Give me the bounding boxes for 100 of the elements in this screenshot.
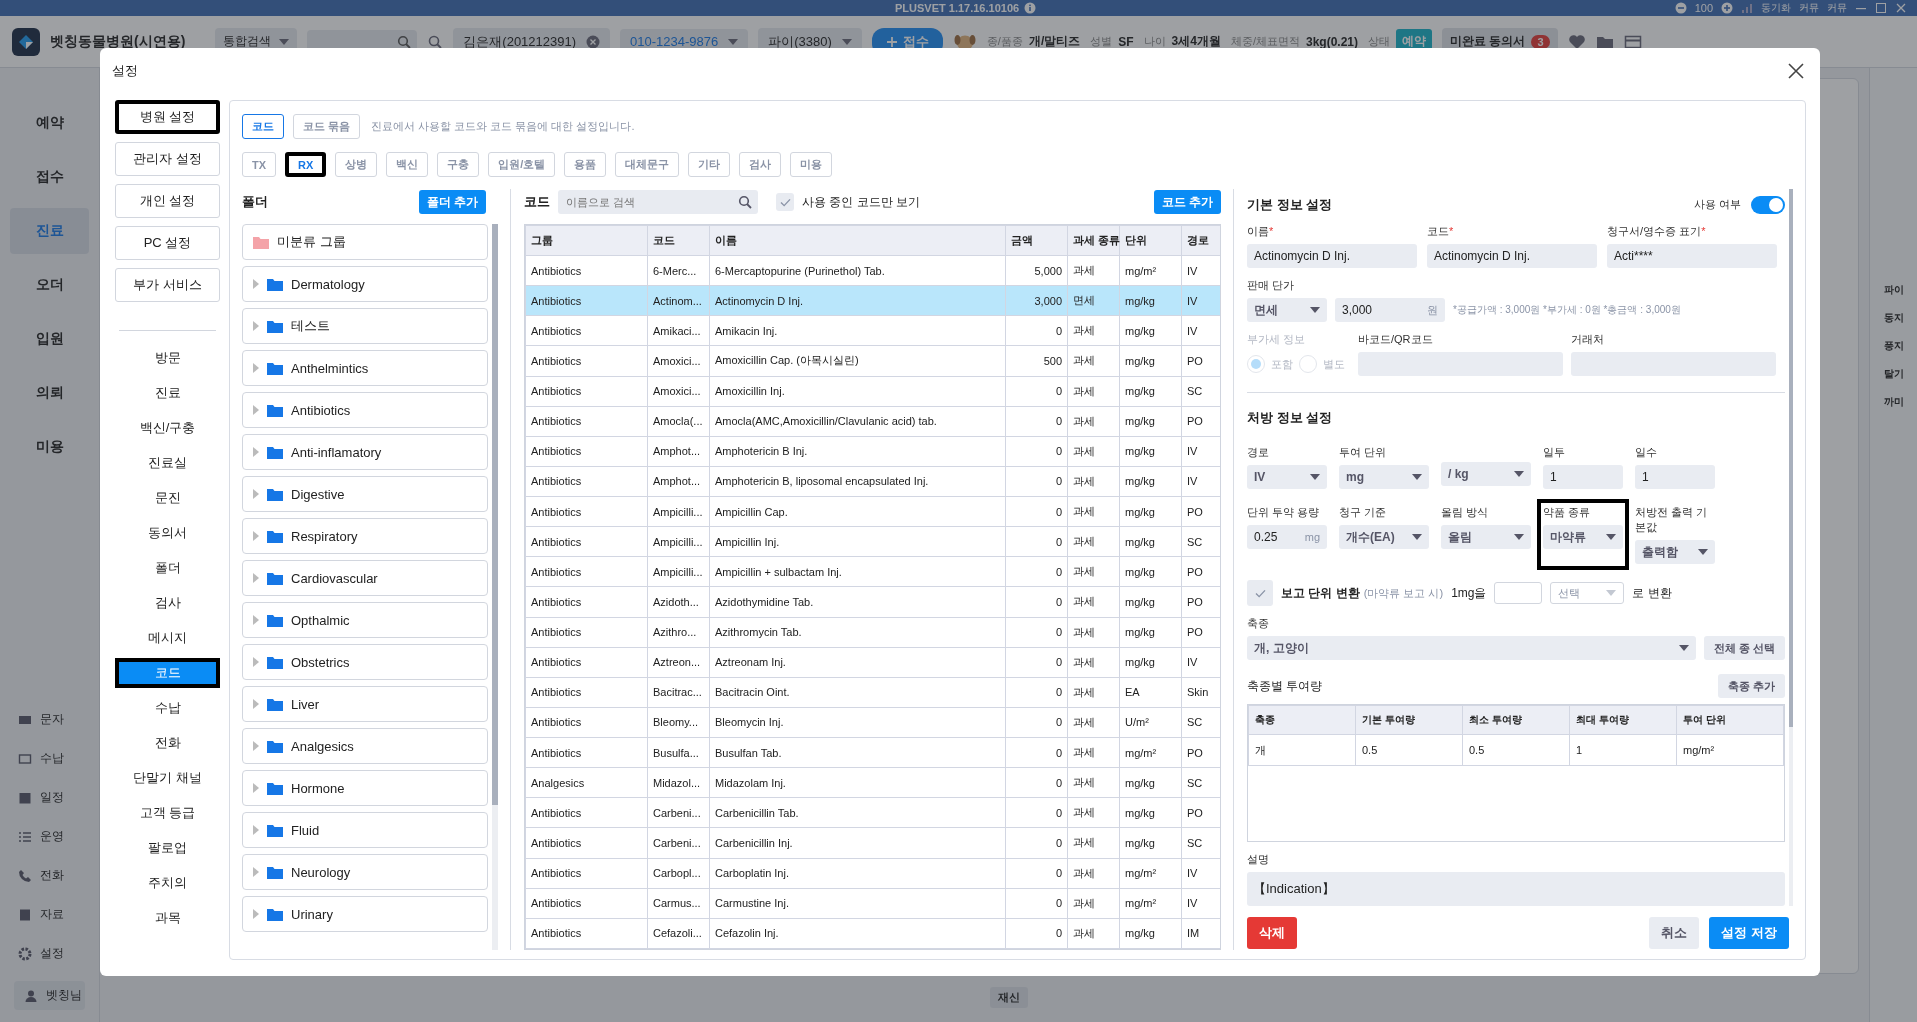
settings-menu-item[interactable]: 백신/구충	[115, 413, 220, 443]
table-row[interactable]: Antibiotics Amoxici... Amoxicillin Inj. 0 과세 mg/kg SC	[525, 376, 1220, 407]
settings-menu-button[interactable]: 개인 설정	[115, 184, 220, 218]
nav-item[interactable]: 예약	[10, 100, 89, 146]
expand-icon[interactable]	[253, 405, 259, 415]
search-icon[interactable]	[738, 195, 752, 209]
category-tab[interactable]: RX	[285, 152, 327, 177]
expand-icon[interactable]	[253, 741, 259, 751]
table-row[interactable]: Antibiotics Azithro... Azithromycin Tab. 0 과세 mg/kg PO	[525, 617, 1220, 648]
select-field[interactable]: / kg	[1441, 462, 1531, 487]
nav-item[interactable]: 수납	[18, 747, 99, 770]
table-row[interactable]: Antibiotics Ampicilli... Ampicillin Inj. 0 과세 mg/kg SC	[525, 526, 1220, 557]
settings-menu-item[interactable]: 수납	[115, 693, 220, 723]
expand-icon[interactable]	[253, 825, 259, 835]
settings-menu-button[interactable]: 관리자 설정	[115, 142, 220, 176]
table-row[interactable]: Antibiotics Ampicilli... Ampicillin Cap. 0 과세 mg/kg PO	[525, 496, 1220, 527]
table-row[interactable]: Antibiotics Carbeni... Carbenicillin Tab. 0 과세 mg/kg PO	[525, 797, 1220, 828]
folder-item[interactable]: Obstetrics	[242, 644, 488, 680]
delete-button[interactable]: 삭제	[1247, 917, 1297, 949]
nav-item[interactable]: 전화	[18, 864, 99, 887]
nav-item[interactable]: 운영	[18, 825, 99, 848]
expand-icon[interactable]	[253, 699, 259, 709]
table-row[interactable]: Antibiotics Carbeni... Carbenicillin Inj. 0 과세 mg/kg SC	[525, 827, 1220, 858]
expand-icon[interactable]	[253, 615, 259, 625]
text-field[interactable]: 1	[1543, 465, 1623, 490]
column-header[interactable]: 과세 종류	[1067, 225, 1120, 256]
cancel-button[interactable]: 취소	[1649, 917, 1700, 949]
folder-item[interactable]: Antibiotics	[242, 392, 488, 428]
checkbox[interactable]	[776, 193, 794, 211]
info-icon[interactable]	[1024, 2, 1037, 14]
settings-menu-item[interactable]: 주치의	[115, 868, 220, 898]
folder-item[interactable]: Fluid	[242, 812, 488, 848]
price-field[interactable]: 3,000 원	[1335, 298, 1445, 323]
nav-item[interactable]: 문자	[18, 708, 99, 731]
table-row[interactable]: Antibiotics Ampicilli... Ampicillin + sulbactam Inj. 0 과세 mg/kg PO	[525, 556, 1220, 587]
table-row[interactable]: Antibiotics Amikaci... Amikacin Inj. 0 과세 mg/kg IV	[525, 315, 1220, 346]
select-field[interactable]: 올림	[1441, 525, 1531, 550]
folder-item[interactable]: Digestive	[242, 476, 488, 512]
toggle-switch[interactable]	[1751, 195, 1785, 214]
nav-item[interactable]: 설정	[18, 942, 99, 965]
heart-icon[interactable]	[1567, 32, 1586, 51]
folder-item[interactable]: Opthalmic	[242, 602, 488, 638]
select-field[interactable]: 개수(EA)	[1339, 525, 1429, 550]
settings-menu-item[interactable]: 메시지	[115, 623, 220, 653]
settings-menu-item[interactable]: 폴더	[115, 553, 220, 583]
settings-menu-button[interactable]: 부가 서비스	[115, 268, 220, 302]
zoom-in-icon[interactable]	[1721, 2, 1733, 14]
table-row[interactable]: Antibiotics Aztreon... Aztreonam Inj. 0 과세 mg/kg IV	[525, 647, 1220, 678]
table-row[interactable]: Antibiotics Amphot... Amphotericin B, liposomal encapsulated Inj. 0 과세 mg/kg IV	[525, 466, 1220, 497]
side-tab[interactable]: 까미	[1883, 395, 1904, 409]
settings-menu-item[interactable]: 진료실	[115, 448, 220, 478]
zoom-out-icon[interactable]	[1674, 2, 1687, 14]
table-row[interactable]: Analgesics Midazol... Midazolam Inj. 0 과세 mg/kg SC	[525, 767, 1220, 798]
folder-item[interactable]: Cardiovascular	[242, 560, 488, 596]
folder-item[interactable]: Anti-inflamatory	[242, 434, 488, 470]
scrollbar[interactable]	[1789, 189, 1793, 906]
side-tab[interactable]: 탈기	[1883, 367, 1904, 381]
search-field[interactable]: 이름으로 검색	[558, 190, 758, 214]
text-field[interactable]: Actinomycin D Inj.	[1247, 244, 1417, 269]
nav-item[interactable]: 접수	[10, 154, 89, 200]
settings-menu-item[interactable]: 과목	[115, 903, 220, 933]
expand-icon[interactable]	[253, 783, 259, 793]
settings-menu-item[interactable]: 진료	[115, 378, 220, 408]
folder-item[interactable]: Respiratory	[242, 518, 488, 554]
mode-tab[interactable]: 코드	[242, 114, 284, 139]
nav-item[interactable]: 오더	[10, 262, 89, 308]
column-header[interactable]: 단위	[1119, 225, 1182, 256]
settings-menu-item[interactable]: 문진	[115, 483, 220, 513]
text-field[interactable]: Acti****	[1607, 244, 1777, 269]
folder-item[interactable]: Analgesics	[242, 728, 488, 764]
settings-menu-item[interactable]: 방문	[115, 343, 220, 373]
nav-item[interactable]: 자료	[18, 903, 99, 926]
expand-icon[interactable]	[253, 531, 259, 541]
side-tab[interactable]: 파이	[1883, 283, 1904, 297]
table-row[interactable]: Antibiotics Amphot... Amphotericin B Inj. 0 과세 mg/kg IV	[525, 436, 1220, 467]
folder-item[interactable]: Anthelmintics	[242, 350, 488, 386]
table-row[interactable]: Antibiotics Carmus... Carmustine Inj. 0 과세 mg/m² IV	[525, 888, 1220, 919]
expand-icon[interactable]	[253, 447, 259, 457]
select-field[interactable]: IV	[1247, 465, 1327, 490]
table-row[interactable]: Antibiotics Amocla(... Amocla(AMC,Amoxicillin/Clavulanic acid) tab. 0 과세 mg/kg PO	[525, 406, 1220, 437]
description-field[interactable]: 【Indication】	[1247, 872, 1785, 906]
select-field[interactable]: 출력함	[1635, 540, 1715, 565]
table-row[interactable]: Antibiotics Actinom... Actinomycin D Inj. 3,000 면세 mg/kg IV	[525, 285, 1220, 316]
nav-item[interactable]: 의뢰	[10, 370, 89, 416]
folder-item[interactable]: 테스트	[242, 308, 488, 344]
folder-item[interactable]: Dermatology	[242, 266, 488, 302]
expand-icon[interactable]	[253, 489, 259, 499]
table-row[interactable]: Antibiotics Carbopl... Carboplatin Inj. 0 과세 mg/m² IV	[525, 858, 1220, 889]
table-row[interactable]: Antibiotics Bacitrac... Bacitracin Oint. 0 과세 EA Skin	[525, 677, 1220, 708]
column-header[interactable]: 금액	[1005, 225, 1068, 256]
patient-search-icon[interactable]	[427, 33, 444, 50]
settings-menu-item[interactable]: 검사	[115, 588, 220, 618]
species-select[interactable]: 개, 고양이	[1247, 636, 1696, 661]
column-header[interactable]: 그룹	[525, 225, 648, 256]
folder-item[interactable]: Urinary	[242, 896, 488, 932]
maximize-icon[interactable]	[1875, 2, 1887, 14]
user-button[interactable]: 벳칭님	[14, 981, 85, 1010]
expand-icon[interactable]	[253, 657, 259, 667]
expand-icon[interactable]	[253, 573, 259, 583]
table-row[interactable]: Antibiotics Azidoth... Azidothymidine Tab. 0 과세 mg/kg PO	[525, 586, 1220, 617]
